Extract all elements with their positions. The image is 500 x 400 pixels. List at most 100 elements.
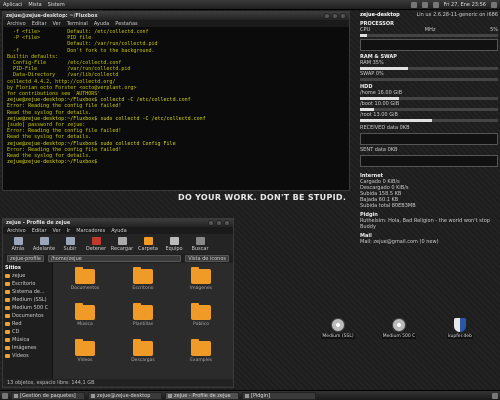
fm-titlebar[interactable]: zejue - Profile de zejue: [3, 219, 233, 227]
sidebar-item[interactable]: Documentos: [5, 312, 50, 320]
fm-main: Sitios zejue Escritorio Sistema de... Mediu…: [3, 263, 233, 379]
menu-archivo[interactable]: Archivo: [7, 21, 26, 27]
equipo-icon: [169, 236, 179, 245]
minimize-button[interactable]: [208, 220, 214, 226]
hdd-bar: [360, 119, 498, 122]
taskbar-item[interactable]: zejue - Profile de zejue: [165, 391, 239, 400]
folder-icon: [5, 298, 10, 302]
sidebar-item[interactable]: Medium (SSL): [5, 296, 50, 304]
taskbar-item[interactable]: zejue@zejue-desktop: [88, 391, 162, 400]
folder-item[interactable]: Examples: [177, 339, 225, 375]
trash-icon[interactable]: [492, 392, 498, 399]
folder-icon: [75, 303, 95, 320]
maximize-button[interactable]: [332, 13, 338, 19]
toolbar-button-subir[interactable]: Subir: [59, 236, 81, 252]
minimize-button[interactable]: [324, 13, 330, 19]
menu-ayuda[interactable]: Ayuda: [94, 21, 109, 27]
folder-icon: [5, 274, 10, 278]
folder-icon: [191, 303, 211, 320]
cpu-row: CPU MHz 5%: [360, 27, 498, 33]
panel-menus: Aplicaci Mista Sistem: [3, 2, 65, 8]
desktop-icon[interactable]: Medium (SSL): [318, 318, 358, 339]
sidebar-item[interactable]: Medium 500 C: [5, 304, 50, 312]
hdd-bar-fill: [360, 108, 374, 111]
toolbar-button-equipo[interactable]: Equipo: [163, 236, 185, 252]
menu-editar[interactable]: Editar: [32, 21, 47, 27]
menu-marcadores[interactable]: Marcadores: [76, 228, 105, 234]
sidebar-item-label: Vídeos: [12, 353, 29, 359]
toolbar-button-recargar[interactable]: Recargar: [111, 236, 133, 252]
sidebar-item[interactable]: CD: [5, 328, 50, 336]
menu-ver[interactable]: Ver: [53, 228, 61, 234]
folder-icon: [75, 339, 95, 356]
folder-icon: [5, 354, 10, 358]
folder-item[interactable]: Escritorio: [119, 267, 167, 303]
clock[interactable]: Fri 27, Ene 23:56: [444, 2, 487, 8]
folder-icon: [5, 322, 10, 326]
sidebar-item[interactable]: Imágenes: [5, 344, 50, 352]
sidebar-item-label: Medium 500 C: [12, 305, 49, 311]
net-received: RECEIVED data 0KB: [360, 125, 410, 131]
terminal-titlebar[interactable]: zejue@zejue-desktop: ~/Fluxbox: [3, 12, 349, 20]
desktop-icon[interactable]: kupfer.deb: [440, 318, 480, 339]
net-row: SENT data 0KB: [360, 147, 498, 153]
folder-item[interactable]: Vídeos: [61, 339, 109, 375]
sidebar-item[interactable]: zejue: [5, 272, 50, 280]
conky-kernel: Lin ux 2.6.28-11-generic on i686: [416, 12, 498, 18]
sidebar-item[interactable]: Sistema de...: [5, 288, 50, 296]
sidebar-item[interactable]: Escritorio: [5, 280, 50, 288]
menu-pestanas[interactable]: Pestañas: [115, 21, 137, 27]
close-button[interactable]: [340, 13, 346, 19]
atrs-icon: [13, 236, 23, 245]
folder-item[interactable]: Descargas: [119, 339, 167, 375]
sidebar-item[interactable]: Música: [5, 336, 50, 344]
menu-ver[interactable]: Ver: [53, 21, 61, 27]
folder-icon: [5, 306, 10, 310]
system-menu[interactable]: Sistem: [48, 2, 65, 8]
subir-icon: [65, 236, 75, 245]
sidebar-item[interactable]: Vídeos: [5, 352, 50, 360]
menu-ir[interactable]: Ir: [67, 228, 71, 234]
desktop-icon[interactable]: Medium 500 C: [379, 318, 419, 339]
folder-label: Documentos: [70, 286, 100, 291]
net-sent-graph: [360, 155, 498, 167]
show-desktop-icon[interactable]: [2, 392, 8, 399]
folder-icon: [5, 282, 10, 286]
close-button[interactable]: [224, 220, 230, 226]
toolbar-button-buscar[interactable]: Buscar: [189, 236, 211, 252]
folder-item[interactable]: Documentos: [61, 267, 109, 303]
network-icon[interactable]: [410, 1, 417, 8]
taskbar-item[interactable]: [Pidgin]: [242, 391, 316, 400]
location-input[interactable]: /home/zejue: [47, 255, 182, 262]
fm-sidebar: Sitios zejue Escritorio Sistema de... Mediu…: [3, 263, 53, 379]
power-icon[interactable]: [491, 1, 497, 8]
toolbar-button-carpeta[interactable]: Carpeta: [137, 236, 159, 252]
folder-item[interactable]: Público: [177, 303, 225, 339]
hdd-row: /boot 10.00 GiB: [360, 101, 498, 107]
taskbar-item[interactable]: [Gestión de paquetes]: [11, 391, 85, 400]
fm-title: zejue - Profile de zejue: [6, 220, 71, 226]
terminal-title: zejue@zejue-desktop: ~/Fluxbox: [6, 13, 98, 19]
view-mode-select[interactable]: Vista de iconos: [185, 255, 229, 262]
toolbar-button-atrs[interactable]: Atrás: [7, 236, 29, 252]
terminal-output[interactable]: -f <file> Default: /etc/collectd.conf -P…: [3, 27, 349, 167]
menu-editar[interactable]: Editar: [32, 228, 47, 234]
applications-menu[interactable]: Aplicaci: [3, 2, 22, 8]
sidebar-item[interactable]: Red: [5, 320, 50, 328]
menu-terminal[interactable]: Terminal: [67, 21, 88, 27]
folder-item[interactable]: Música: [61, 303, 109, 339]
folder-item[interactable]: Imágenes: [177, 267, 225, 303]
folder-icon: [75, 267, 95, 284]
maximize-button[interactable]: [216, 220, 222, 226]
toolbar-button-detener[interactable]: Detener: [85, 236, 107, 252]
volume-icon[interactable]: [421, 1, 428, 8]
mail-icon[interactable]: [432, 1, 439, 8]
location-path-button[interactable]: zejue-profile: [7, 255, 44, 262]
folder-item[interactable]: Plantillas: [119, 303, 167, 339]
menu-archivo[interactable]: Archivo: [7, 228, 26, 234]
menu-ayuda[interactable]: Ayuda: [111, 228, 126, 234]
desktop-icon-label: Medium 500 C: [381, 334, 417, 339]
places-menu[interactable]: Mista: [28, 2, 41, 8]
cpu-freq: MHz: [424, 27, 436, 33]
toolbar-button-adelante[interactable]: Adelante: [33, 236, 55, 252]
